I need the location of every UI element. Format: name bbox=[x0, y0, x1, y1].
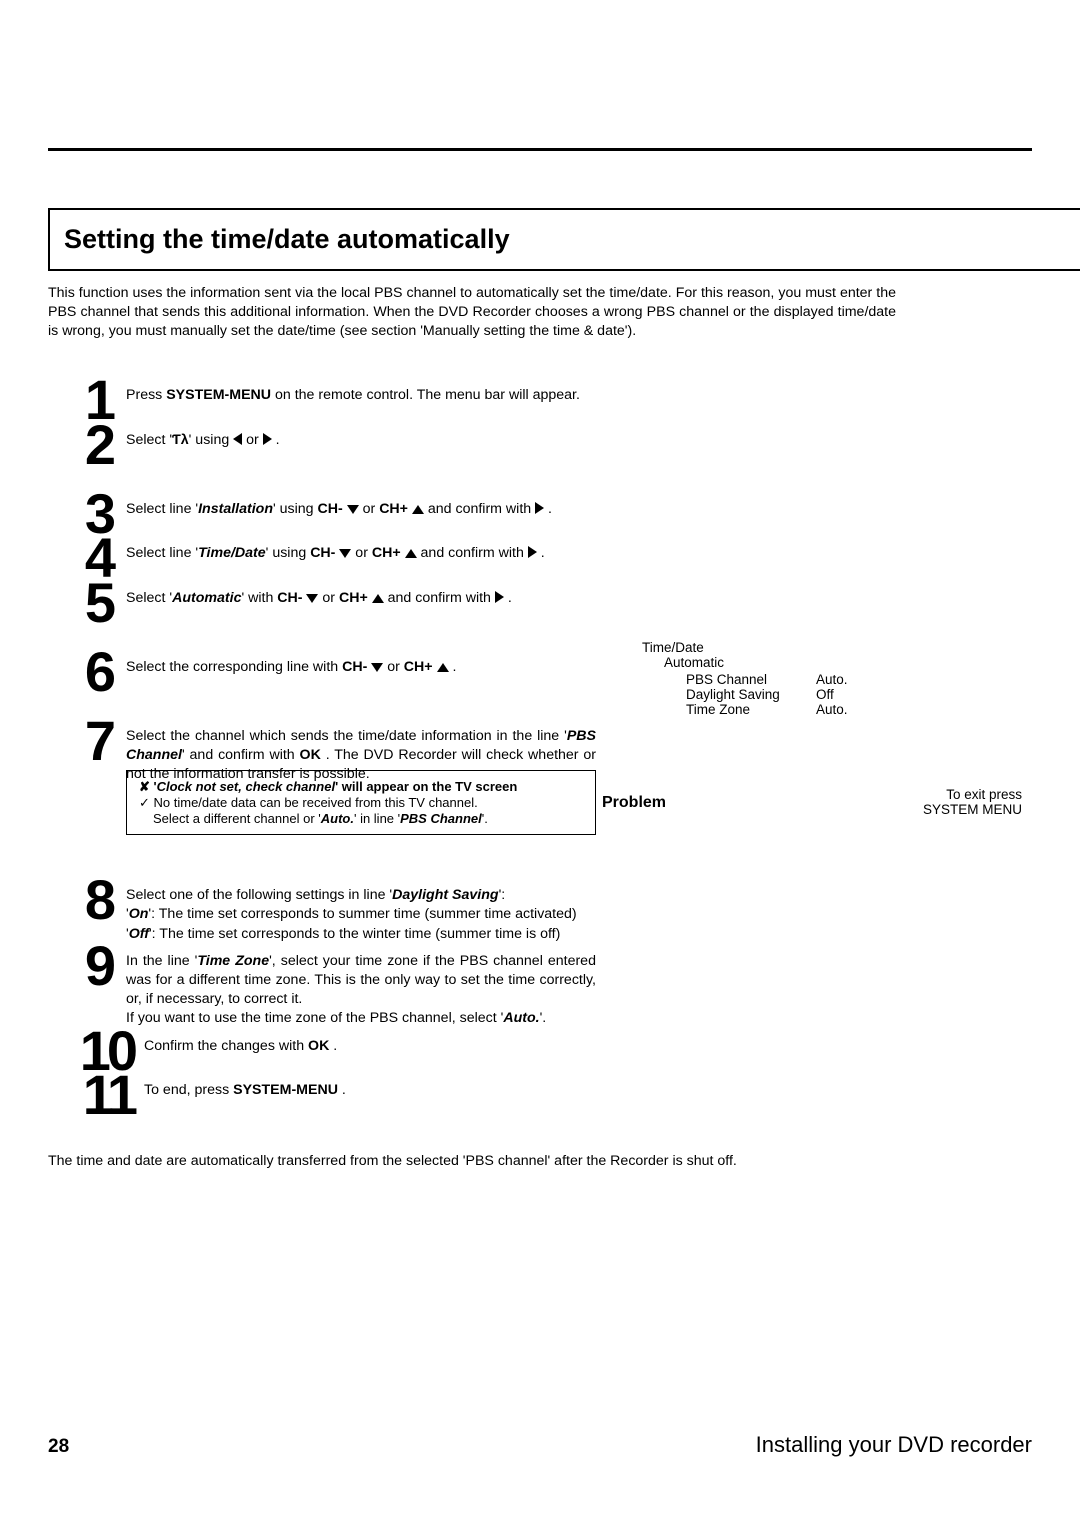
step-9: 9 In the line 'Time Zone', select your t… bbox=[48, 950, 596, 1029]
step-8: 8 Select one of the following settings i… bbox=[48, 884, 596, 944]
osd-title: Time/Date bbox=[642, 640, 1038, 655]
osd-rows: PBS ChannelAuto. Daylight SavingOff Time… bbox=[686, 672, 1038, 717]
problem-box: ✘ 'Clock not set, check channel' will ap… bbox=[126, 770, 596, 835]
down-arrow-icon bbox=[339, 549, 351, 558]
up-arrow-icon bbox=[412, 505, 424, 514]
osd-exit-hint: To exit press SYSTEM MENU bbox=[642, 787, 1038, 817]
step-text: In the line 'Time Zone', select your tim… bbox=[126, 950, 596, 1029]
step-text: Confirm the changes with OK . bbox=[144, 1035, 596, 1056]
problem-title: ✘ 'Clock not set, check channel' will ap… bbox=[139, 779, 585, 795]
problem-line: ✓ No time/date data can be received from… bbox=[139, 795, 585, 811]
step-11: 11 To end, press SYSTEM-MENU . bbox=[48, 1079, 596, 1118]
step-text: Select one of the following settings in … bbox=[126, 884, 596, 944]
up-arrow-icon bbox=[405, 549, 417, 558]
title-box: Setting the time/date automatically bbox=[48, 208, 1080, 271]
up-arrow-icon bbox=[437, 663, 449, 672]
left-arrow-icon bbox=[233, 433, 242, 445]
step-text: Select 'Ƭλ' using or . bbox=[126, 429, 596, 450]
right-arrow-icon bbox=[495, 591, 504, 603]
osd-row: Time ZoneAuto. bbox=[686, 702, 1038, 717]
manual-page: Setting the time/date automatically This… bbox=[0, 0, 1080, 1514]
step-number: 5 bbox=[48, 581, 126, 626]
down-arrow-icon bbox=[306, 594, 318, 603]
top-rule bbox=[48, 148, 1032, 151]
intro-paragraph: This function uses the information sent … bbox=[48, 284, 896, 342]
right-arrow-icon bbox=[263, 433, 272, 445]
osd-row: Daylight SavingOff bbox=[686, 687, 1038, 702]
osd-preview: Time/Date Automatic PBS ChannelAuto. Day… bbox=[642, 640, 1038, 817]
step-text: Select line 'Installation' using CH- or … bbox=[126, 498, 596, 519]
settings-icon: Ƭλ bbox=[172, 432, 189, 448]
step-4: 4 Select line 'Time/Date' using CH- or C… bbox=[48, 542, 596, 581]
step-2: 2 Select 'Ƭλ' using or . bbox=[48, 429, 596, 468]
step-number: 11 bbox=[48, 1073, 144, 1118]
down-arrow-icon bbox=[347, 505, 359, 514]
osd-row: PBS ChannelAuto. bbox=[686, 672, 1038, 687]
step-number: 8 bbox=[48, 878, 126, 923]
right-arrow-icon bbox=[528, 546, 537, 558]
check-icon: ✓ bbox=[139, 795, 154, 810]
step-6: 6 Select the corresponding line with CH-… bbox=[48, 656, 596, 695]
step-text: To end, press SYSTEM-MENU . bbox=[144, 1079, 596, 1100]
right-arrow-icon bbox=[535, 502, 544, 514]
page-title: Setting the time/date automatically bbox=[64, 224, 626, 255]
step-number: 2 bbox=[48, 423, 126, 468]
section-title: Installing your DVD recorder bbox=[756, 1432, 1032, 1458]
steps-list: 1 Press SYSTEM-MENU on the remote contro… bbox=[48, 384, 596, 1124]
down-arrow-icon bbox=[371, 663, 383, 672]
step-number: 7 bbox=[48, 719, 126, 764]
closing-paragraph: The time and date are automatically tran… bbox=[48, 1152, 896, 1171]
osd-subtitle: Automatic bbox=[664, 655, 1038, 670]
up-arrow-icon bbox=[372, 594, 384, 603]
step-number: 6 bbox=[48, 650, 126, 695]
step-5: 5 Select 'Automatic' with CH- or CH+ and… bbox=[48, 587, 596, 626]
step-1: 1 Press SYSTEM-MENU on the remote contro… bbox=[48, 384, 596, 423]
step-text: Select line 'Time/Date' using CH- or CH+… bbox=[126, 542, 596, 563]
problem-line: Select a different channel or 'Auto.' in… bbox=[139, 811, 585, 826]
step-text: Select the corresponding line with CH- o… bbox=[126, 656, 596, 677]
page-number: 28 bbox=[48, 1436, 69, 1458]
step-text: Press SYSTEM-MENU on the remote control.… bbox=[126, 384, 596, 405]
step-3: 3 Select line 'Installation' using CH- o… bbox=[48, 498, 596, 537]
x-icon: ✘ bbox=[139, 779, 154, 794]
step-number: 9 bbox=[48, 944, 126, 989]
step-text: Select 'Automatic' with CH- or CH+ and c… bbox=[126, 587, 596, 608]
